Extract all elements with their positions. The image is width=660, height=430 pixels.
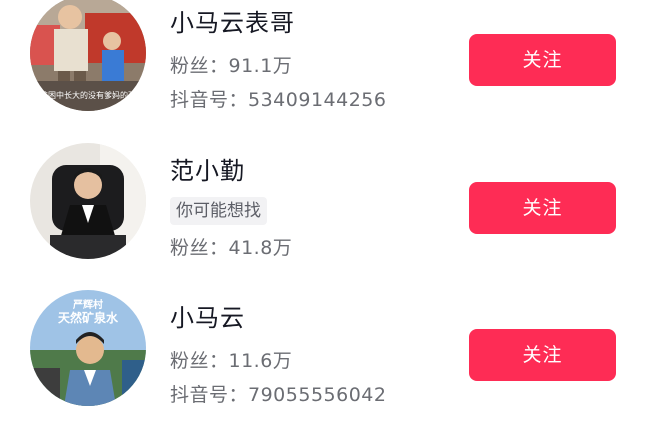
avatar[interactable]: 在贫困中长大的没有爹妈的孩子	[30, 0, 146, 111]
user-name: 范小勤	[170, 157, 245, 185]
fans-count: 粉丝：11.6万	[170, 350, 293, 372]
douyin-id: 抖音号：53409144256	[170, 89, 387, 111]
user-name: 小马云	[170, 304, 245, 332]
avatar-photo	[30, 143, 146, 259]
avatar-photo: 严辉村 天然矿泉水	[30, 290, 146, 406]
user-result-row[interactable]: 严辉村 天然矿泉水 小马云 粉丝：11.6万 抖音号：79055556042 关…	[0, 290, 660, 430]
douyin-id: 抖音号：79055556042	[170, 384, 387, 406]
user-search-results: 在贫困中长大的没有爹妈的孩子 小马云表哥 粉丝：91.1万 抖音号：534091…	[0, 0, 660, 412]
follow-button[interactable]: 关注	[469, 182, 616, 234]
avatar-title-1: 严辉村	[72, 298, 103, 311]
avatar[interactable]: 严辉村 天然矿泉水	[30, 290, 146, 406]
avatar-caption: 在贫困中长大的没有爹妈的孩子	[32, 90, 144, 100]
suggestion-badge: 你可能想找	[170, 197, 267, 225]
user-name: 小马云表哥	[170, 9, 295, 37]
avatar-photo: 在贫困中长大的没有爹妈的孩子	[30, 0, 146, 111]
avatar-title-2: 天然矿泉水	[58, 310, 119, 325]
follow-button[interactable]: 关注	[469, 329, 616, 381]
fans-count: 粉丝：91.1万	[170, 55, 293, 77]
user-result-row[interactable]: 范小勤 你可能想找 粉丝：41.8万 关注	[0, 143, 660, 283]
user-result-row[interactable]: 在贫困中长大的没有爹妈的孩子 小马云表哥 粉丝：91.1万 抖音号：534091…	[0, 0, 660, 135]
follow-button[interactable]: 关注	[469, 34, 616, 86]
fans-count: 粉丝：41.8万	[170, 237, 293, 259]
avatar[interactable]	[30, 143, 146, 259]
